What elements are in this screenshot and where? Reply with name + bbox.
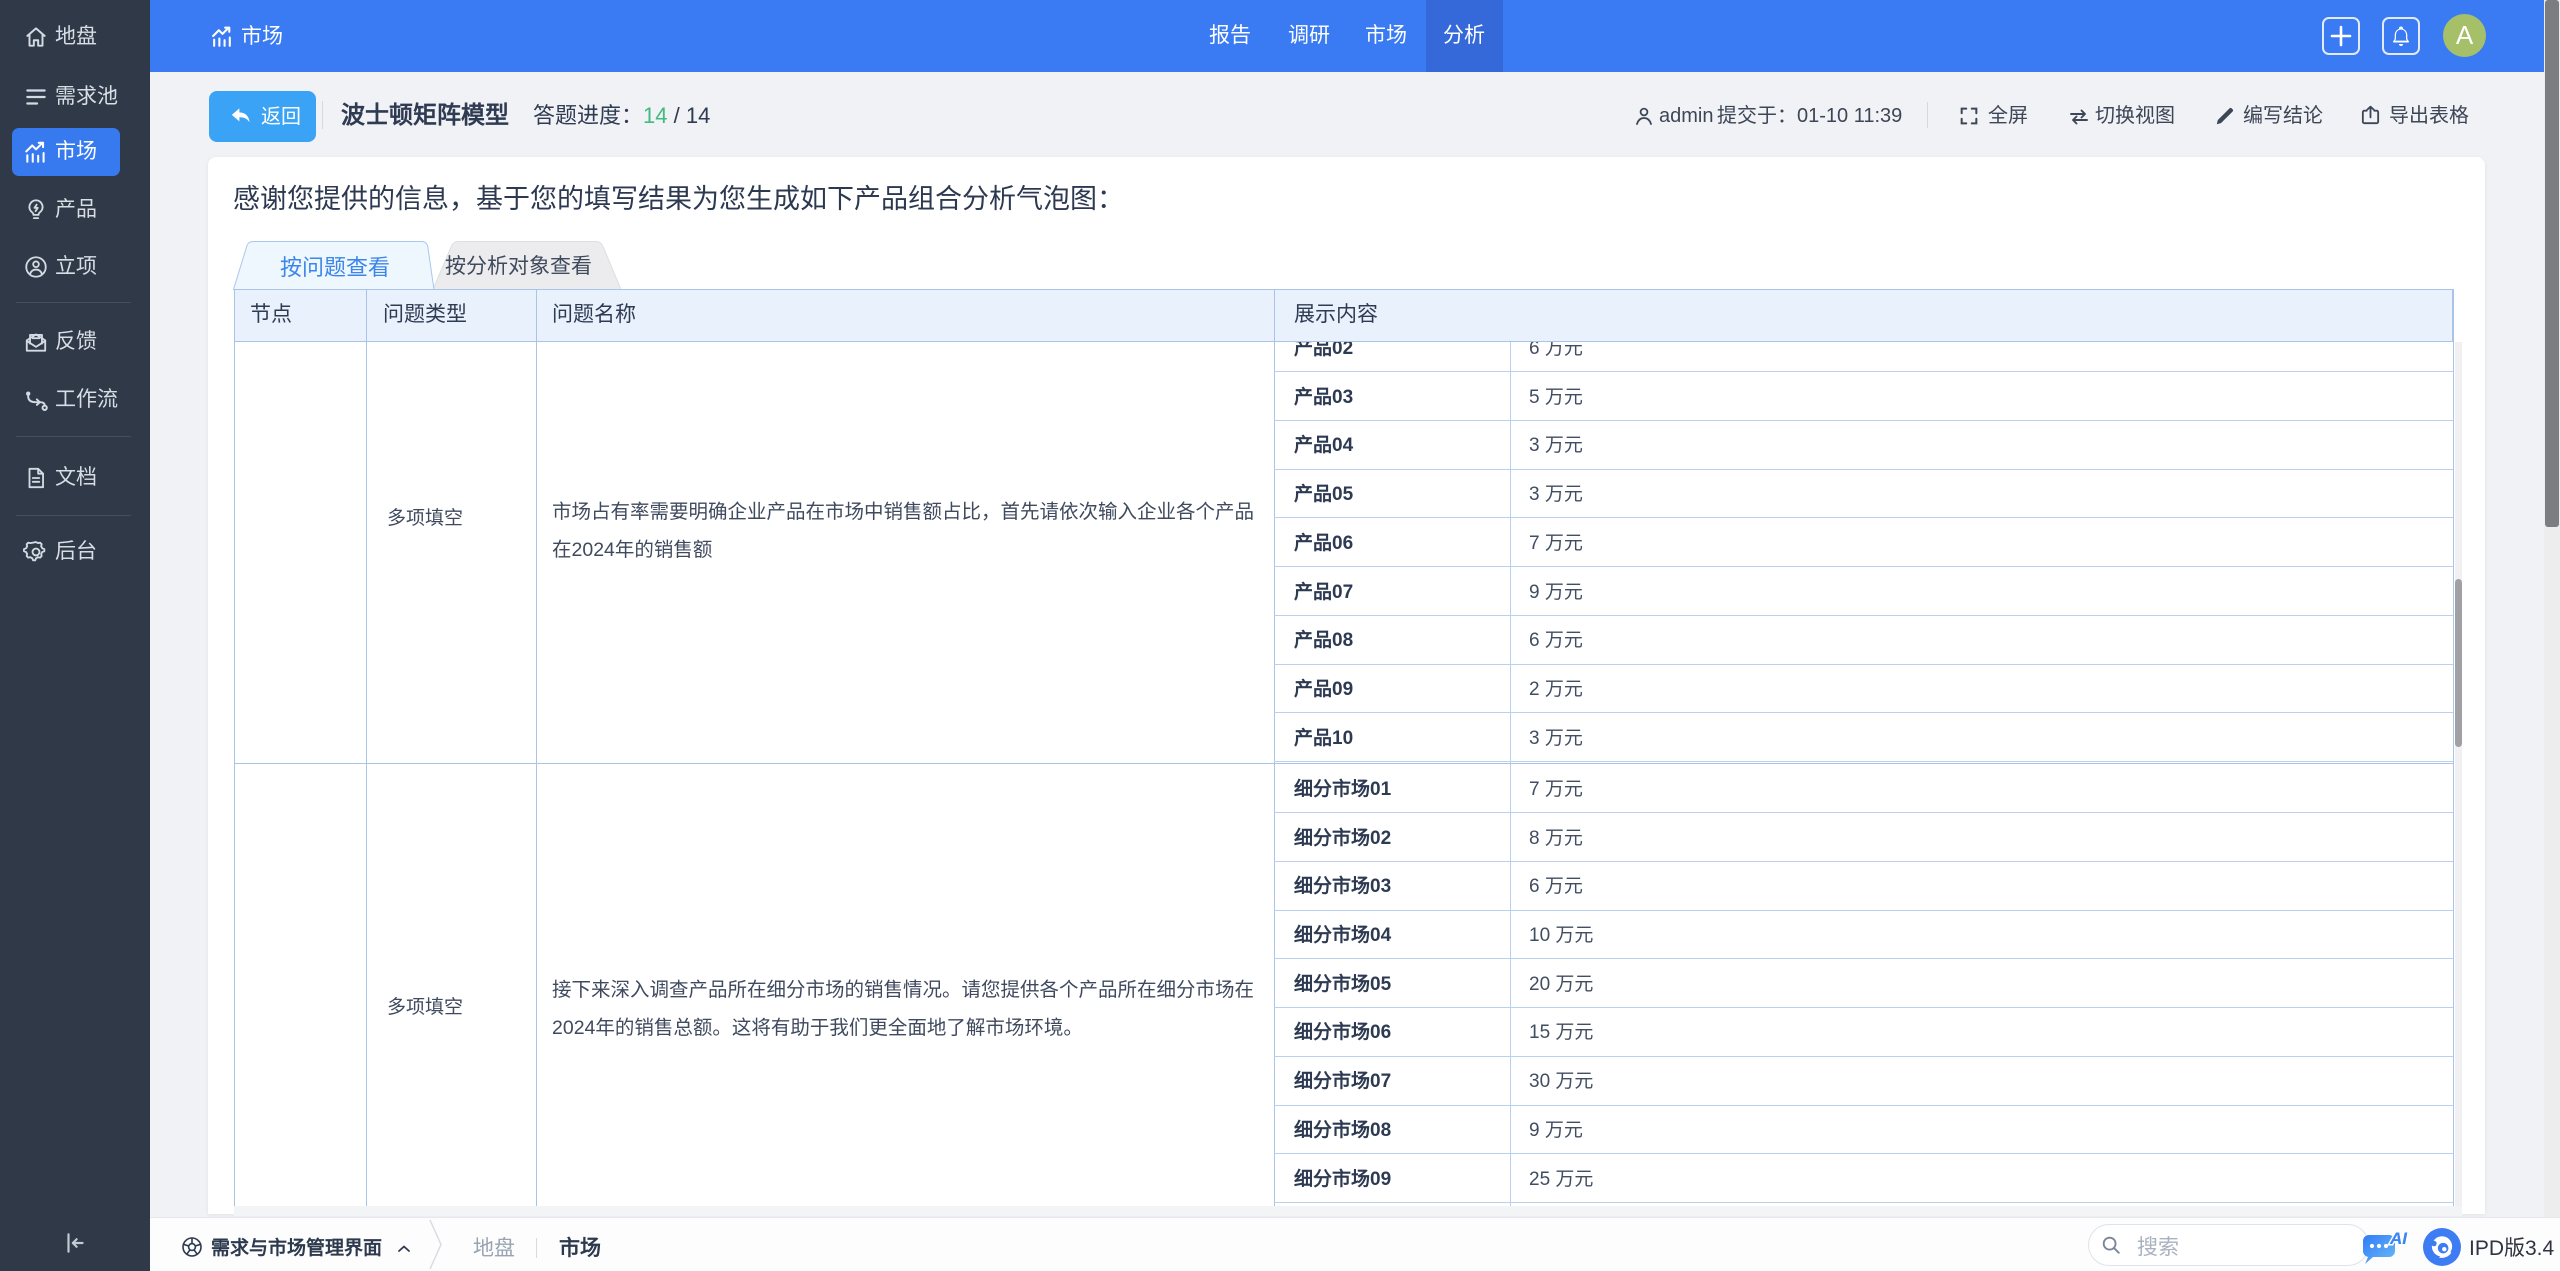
- svg-text:AI: AI: [2389, 1229, 2408, 1248]
